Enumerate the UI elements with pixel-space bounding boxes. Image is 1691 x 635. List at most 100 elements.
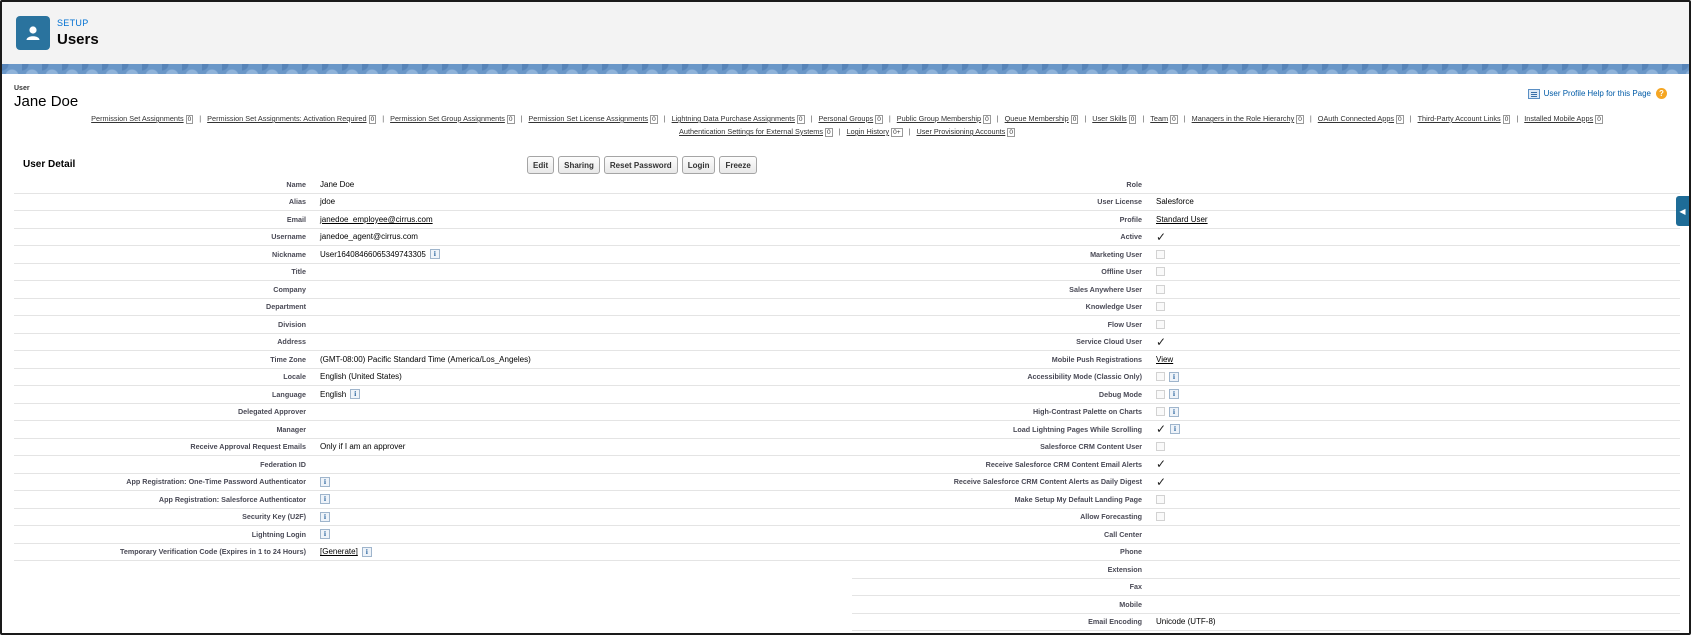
info-icon[interactable]: i [320,476,330,487]
checkbox-unchecked [1156,302,1165,312]
field-value: jdoe [320,197,335,206]
field-label: Name [286,179,306,189]
info-icon[interactable]: i [1170,424,1180,435]
related-link-count: 0 [1007,128,1015,137]
field-value [1156,302,1165,312]
detail-row-manager: Manager [14,421,852,439]
user-icon [16,16,50,50]
link-separator: | [1183,114,1186,123]
field-text: Jane Doe [320,179,355,189]
detail-row-security-key-u2f: Security Key (U2F) i [14,509,852,526]
checkmark-icon: ✓ [1156,457,1167,472]
login-button[interactable]: Login [681,156,716,174]
field-label: Company [273,284,306,294]
reset-password-button[interactable]: Reset Password [603,156,678,174]
info-icon[interactable]: i [1169,389,1179,400]
detail-row-division: Division [14,316,852,334]
side-panel-toggle[interactable]: ◀ [1676,196,1689,226]
field-link[interactable]: janedoe_employee@cirrus.com [320,215,433,224]
field-value: Only if I am an approver [320,442,405,451]
field-label: Flow User [1107,319,1142,329]
info-icon[interactable]: i [361,546,372,557]
related-link-count: 0 [650,115,658,124]
info-icon[interactable]: i [320,529,330,540]
field-label: Role [1126,179,1142,189]
related-link-permission-set-assignments-activation-required[interactable]: Permission Set Assignments: Activation R… [207,114,366,123]
user-profile-icon[interactable] [1527,88,1540,99]
related-link-permission-set-assignments[interactable]: Permission Set Assignments [91,114,183,123]
info-icon[interactable]: i [1169,371,1179,382]
related-link-count: 0 [983,115,991,124]
detail-row-title: Title [14,264,852,281]
info-icon[interactable]: i [350,389,361,400]
related-link-authentication-settings-for-external-systems[interactable]: Authentication Settings for External Sys… [679,127,823,136]
detail-row-lightning-login: Lightning Login i [14,526,852,544]
info-icon[interactable]: i [1169,406,1179,417]
link-separator: | [1142,114,1145,123]
detail-row-username: Username janedoe_agent@cirrus.com [14,229,852,246]
detail-row-receive-salesforce-crm-content-alerts-as-daily-digest: Receive Salesforce CRM Content Alerts as… [852,474,1680,491]
related-link-count: 0 [1502,115,1511,124]
related-link-oauth-connected-apps[interactable]: OAuth Connected Apps [1318,114,1394,123]
window-frame: SETUP Users User Jane Doe User Profile H… [0,0,1691,635]
detail-section-title: User Detail [23,159,76,170]
link-separator: | [908,127,911,136]
info-icon[interactable]: i [320,511,330,522]
field-text: English [320,389,347,399]
detail-row-user-license: User License Salesforce [852,194,1680,211]
related-link-personal-groups[interactable]: Personal Groups [818,114,873,123]
related-link-user-provisioning-accounts[interactable]: User Provisioning Accounts [916,127,1005,136]
related-link-user-skills[interactable]: User Skills [1092,114,1126,123]
field-value [1156,319,1165,329]
related-link-queue-membership[interactable]: Queue Membership [1005,114,1069,123]
field-link[interactable]: Standard User [1156,215,1208,224]
field-value: English i [320,389,361,400]
header-kicker[interactable]: SETUP [57,18,89,28]
user-profile-link[interactable]: User Profile [1544,89,1586,98]
link-separator: | [382,114,385,123]
detail-row-delegated-approver: Delegated Approver [14,404,852,421]
field-label: Delegated Approver [237,407,306,417]
detail-row-sales-anywhere-user: Sales Anywhere User [852,281,1680,299]
related-link-installed-mobile-apps[interactable]: Installed Mobile Apps [1524,114,1593,123]
field-value: i [1156,389,1179,400]
checkbox-unchecked [1156,494,1165,504]
field-link[interactable]: View [1156,355,1173,364]
related-link-permission-set-license-assignments[interactable]: Permission Set License Assignments [528,114,648,123]
detail-row-marketing-user: Marketing User [852,246,1680,264]
detail-row-address: Address [14,334,852,351]
detail-row-temporary-verification-code-expires-in-1-to-24-hours: Temporary Verification Code (Expires in … [14,544,852,561]
checkbox-unchecked [1156,284,1165,294]
related-link-permission-set-group-assignments[interactable]: Permission Set Group Assignments [390,114,505,123]
related-link-team[interactable]: Team [1150,114,1168,123]
edit-button[interactable]: Edit [527,156,555,174]
related-link-public-group-membership[interactable]: Public Group Membership [897,114,981,123]
field-label: Active [1120,232,1142,242]
detail-row-offline-user: Offline User [852,264,1680,281]
sharing-button[interactable]: Sharing [558,156,600,174]
detail-row-role: Role [852,176,1680,194]
related-link-lightning-data-purchase-assignments[interactable]: Lightning Data Purchase Assignments [672,114,795,123]
related-link-count: 0 [506,115,515,124]
field-label: Address [277,337,306,347]
detail-row-allow-forecasting: Allow Forecasting [852,509,1680,526]
help-icon[interactable]: ? [1656,88,1667,99]
field-text: Only if I am an approver [320,442,406,452]
freeze-button[interactable]: Freeze [719,156,757,174]
related-link-third-party-account-links[interactable]: Third-Party Account Links [1418,114,1501,123]
info-icon[interactable]: i [320,494,330,505]
record-name: Jane Doe [14,93,79,110]
field-value: i [1156,406,1179,417]
field-value: ✓ [1156,457,1167,472]
related-link-login-history[interactable]: Login History [847,127,890,136]
field-link[interactable]: [Generate] [320,547,358,556]
detail-row-phone: Phone [852,544,1680,561]
help-link[interactable]: Help for this Page [1587,89,1651,98]
field-label: Make Setup My Default Landing Page [1014,494,1142,504]
info-icon[interactable]: i [429,249,440,260]
related-link-managers-in-the-role-hierarchy[interactable]: Managers in the Role Hierarchy [1192,114,1295,123]
field-value: Salesforce [1156,197,1194,206]
detail-row-make-setup-my-default-landing-page: Make Setup My Default Landing Page [852,491,1680,509]
detail-row-app-registration-salesforce-authenticator: App Registration: Salesforce Authenticat… [14,491,852,509]
field-label: Offline User [1101,267,1142,277]
